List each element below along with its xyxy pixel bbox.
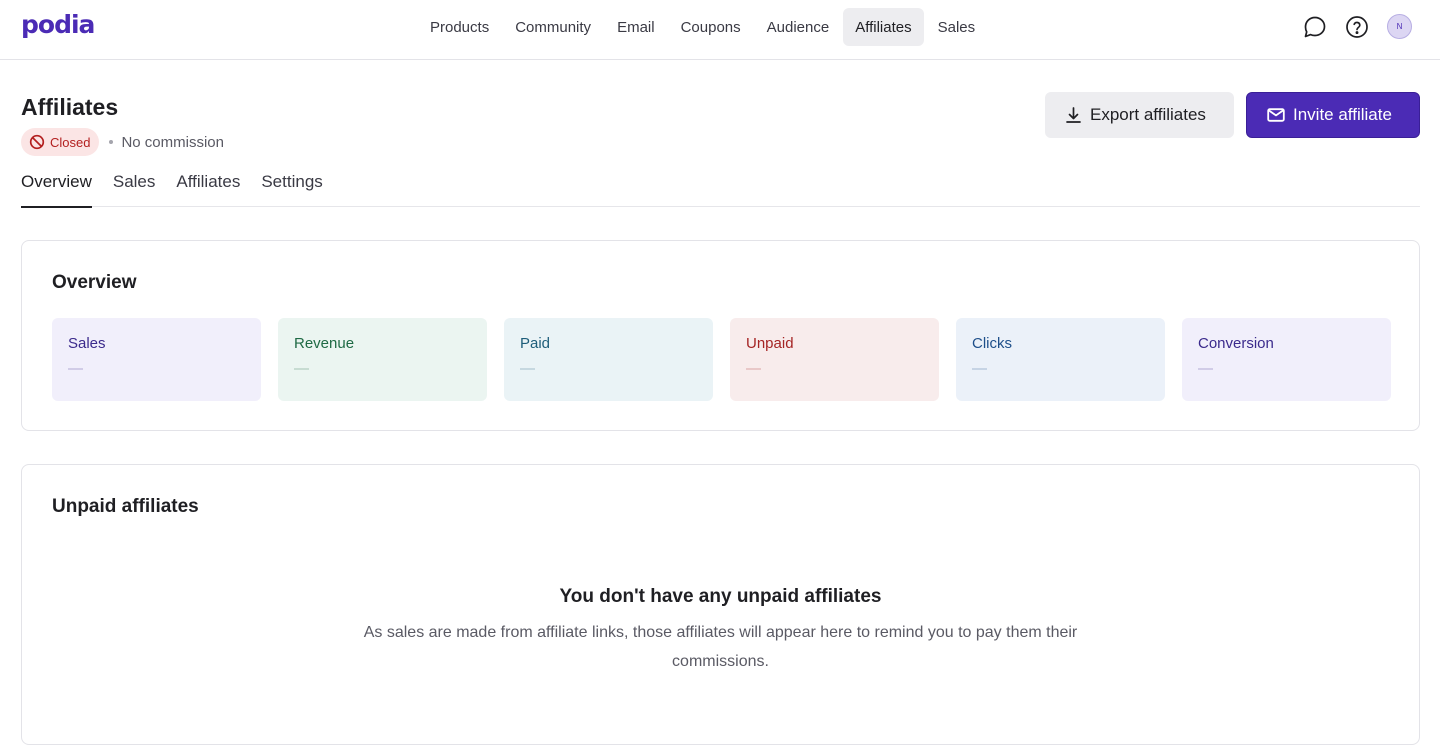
tab-affiliates[interactable]: Affiliates	[176, 168, 240, 207]
stat-card-revenue: Revenue —	[278, 318, 487, 401]
stat-value: —	[520, 360, 535, 377]
stat-label: Sales	[68, 335, 106, 352]
stat-value: —	[294, 360, 309, 377]
status-badge: Closed	[21, 128, 100, 156]
chat-icon[interactable]	[1303, 15, 1327, 39]
stat-card-unpaid: Unpaid —	[730, 318, 939, 401]
unpaid-affiliates-title: Unpaid affiliates	[52, 496, 199, 517]
overview-title: Overview	[52, 272, 137, 293]
stat-value: —	[68, 360, 83, 377]
stat-card-paid: Paid —	[504, 318, 713, 401]
stat-label: Clicks	[972, 335, 1012, 352]
invite-affiliate-button[interactable]: Invite affiliate	[1246, 92, 1420, 138]
stat-card-sales: Sales —	[52, 318, 261, 401]
nav-item-email[interactable]: Email	[605, 8, 667, 46]
tab-settings[interactable]: Settings	[261, 168, 322, 207]
invite-affiliate-label: Invite affiliate	[1293, 105, 1392, 124]
stat-card-clicks: Clicks —	[956, 318, 1165, 401]
overview-card: Overview Sales — Revenue — Paid — Unpaid…	[21, 240, 1420, 431]
stat-value: —	[1198, 360, 1213, 377]
page-title: Affiliates	[21, 94, 119, 120]
podia-logo[interactable]: podia	[21, 10, 95, 39]
stat-label: Revenue	[294, 335, 355, 352]
stat-label: Paid	[520, 335, 551, 352]
status-row: Closed No commission	[21, 128, 224, 156]
empty-state-description: As sales are made from affiliate links, …	[363, 624, 1078, 670]
unpaid-affiliates-card: Unpaid affiliates You don't have any unp…	[21, 464, 1420, 745]
separator-dot	[109, 140, 114, 144]
nav-item-sales[interactable]: Sales	[926, 8, 988, 46]
download-icon	[1066, 107, 1081, 123]
empty-state-title: You don't have any unpaid affiliates	[559, 586, 882, 607]
commission-label: No commission	[121, 133, 224, 151]
prohibited-icon	[29, 134, 45, 150]
stat-label: Unpaid	[746, 335, 794, 352]
stats-row: Sales — Revenue — Paid — Unpaid — Clicks…	[52, 318, 1391, 401]
nav-item-community[interactable]: Community	[503, 8, 603, 46]
avatar[interactable]: N	[1387, 14, 1412, 39]
stat-label: Conversion	[1198, 335, 1274, 352]
nav-item-affiliates[interactable]: Affiliates	[843, 8, 924, 46]
export-affiliates-button[interactable]: Export affiliates	[1045, 92, 1234, 138]
nav-item-audience[interactable]: Audience	[755, 8, 842, 46]
tab-overview[interactable]: Overview	[21, 168, 92, 208]
tab-sales[interactable]: Sales	[113, 168, 156, 207]
status-badge-label: Closed	[50, 134, 91, 150]
stat-value: —	[746, 360, 761, 377]
page-tabs: Overview Sales Affiliates Settings	[21, 168, 1420, 208]
nav-item-products[interactable]: Products	[418, 8, 501, 46]
envelope-icon	[1267, 108, 1285, 122]
stat-card-conversion: Conversion —	[1182, 318, 1391, 401]
top-right-actions: N	[1303, 14, 1412, 39]
empty-state: You don't have any unpaid affiliates As …	[22, 586, 1419, 676]
stat-value: —	[972, 360, 987, 377]
main-nav: Products Community Email Coupons Audienc…	[418, 8, 987, 46]
nav-item-coupons[interactable]: Coupons	[669, 8, 753, 46]
export-affiliates-label: Export affiliates	[1090, 105, 1206, 124]
top-navigation-bar: podia Products Community Email Coupons A…	[0, 0, 1440, 60]
help-icon[interactable]	[1345, 15, 1369, 39]
